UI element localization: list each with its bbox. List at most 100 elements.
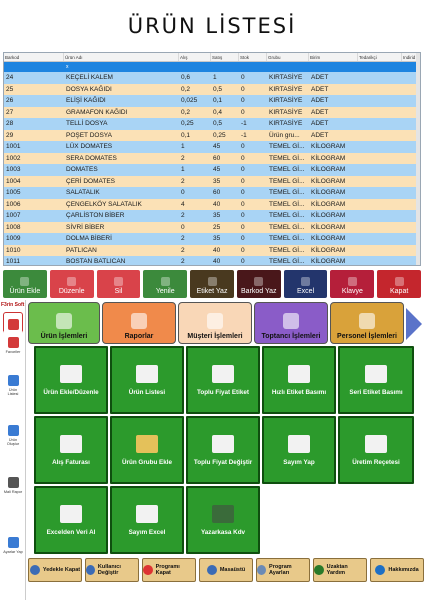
menu-tile[interactable]: Excelden Veri Al — [34, 486, 108, 554]
bottom-button[interactable]: Masaüstü — [199, 558, 253, 582]
bottom-button[interactable]: Kullanıcı Değiştir — [85, 558, 139, 582]
table-row[interactable]: 24KEÇELİ KALEM0,610KIRTASİYEADET1 — [4, 72, 420, 84]
filter-cell[interactable] — [267, 62, 309, 72]
filter-cell[interactable] — [239, 62, 267, 72]
sidebar-item-label: Mali Rapor — [3, 489, 23, 494]
filter-cell[interactable] — [211, 62, 239, 72]
table-cell — [358, 118, 402, 130]
table-row[interactable]: 28TELLİ DOSYA0,250,5-1KIRTASİYEADET1 — [4, 118, 420, 130]
table-cell: 2 — [181, 177, 185, 185]
grid-scrollbar[interactable] — [416, 53, 420, 265]
table-row[interactable]: 1003DOMATES1450TEMEL Gİ...KİLOGRAM1 — [4, 164, 420, 176]
table-row[interactable]: 1011 BOSTAN BATLICAN 2 40 0 TEMEL Gİ... KİLOGR… — [4, 256, 420, 265]
column-header[interactable]: Stok — [239, 53, 267, 61]
action-button[interactable]: Sil — [96, 270, 141, 298]
table-row[interactable]: 1004ÇERİ DOMATES2350TEMEL Gİ...KİLOGRAM1 — [4, 175, 420, 188]
sidebar-item[interactable]: Ayarlar Yap — [3, 530, 23, 560]
table-cell: TEMEL Gİ... — [269, 143, 305, 150]
column-header[interactable]: Grubu — [267, 53, 309, 61]
table-cell: 1001 — [6, 143, 21, 150]
menu-tile[interactable]: Alış Faturası — [34, 416, 108, 484]
table-cell — [358, 176, 402, 188]
bottom-button[interactable]: Uzaktan Yardım — [313, 558, 367, 582]
table-cell: SİVRİ BİBER — [66, 223, 105, 231]
filter-cell[interactable] — [179, 62, 211, 72]
table-cell: KİLOGRAM — [311, 166, 346, 173]
column-header[interactable]: Barkod — [4, 53, 64, 61]
action-button[interactable]: Kapat — [377, 270, 422, 298]
table-cell: 1007 — [6, 212, 21, 219]
table-row[interactable]: 26ELİŞİ KAĞIDI0,0250,10KIRTASİYEADET1 — [4, 95, 420, 107]
category-tab[interactable]: Raporlar — [102, 302, 176, 344]
table-row[interactable]: 1010PATLICAN2400TEMEL Gİ...KİLOGRAM1 — [4, 244, 420, 256]
bottom-button-label: Programı Kapat — [155, 564, 180, 576]
menu-tile[interactable]: Toplu Fiyat Değiştir — [186, 416, 260, 484]
table-cell: KIRTASİYE — [269, 120, 303, 127]
table-cell: 40 — [213, 246, 221, 254]
column-header[interactable]: Birim — [309, 53, 358, 61]
filter-cell[interactable] — [4, 62, 64, 72]
table-cell: ADET — [311, 120, 329, 127]
bottom-button-icon — [375, 565, 386, 575]
sidebar-item[interactable]: Ürün Listesi — [3, 370, 23, 400]
table-row[interactable]: 1002SERA DOMATES2600TEMEL Gİ...KİLOGRAM1 — [4, 152, 420, 164]
sidebar-item[interactable]: Ürün Oluştur — [3, 420, 23, 450]
action-button[interactable]: Etiket Yaz — [190, 270, 234, 298]
menu-tile[interactable]: Seri Etiket Basımı — [338, 346, 414, 414]
table-row[interactable]: 1006 ÇENGELKÖY SALATALIK 4 40 0 TEMEL Gİ... Kİ… — [4, 198, 420, 210]
menu-tile[interactable]: Hızlı Etiket Basımı — [262, 346, 336, 414]
bottom-bar: Yedekle Kapat Kullanıcı Değiştir Programı … — [26, 558, 424, 584]
product-grid[interactable]: Barkod Ürün Adı Alış Satış Stok Grubu Birim Ted… — [3, 52, 421, 266]
action-button[interactable]: Yenile — [143, 270, 188, 298]
table-cell: Ürün gru... — [269, 131, 300, 139]
category-tab[interactable]: Toptancı İşlemleri — [254, 302, 328, 344]
menu-tile[interactable]: Sayım Excel — [110, 486, 184, 554]
menu-tile[interactable]: Ürün Ekle/Düzenle — [34, 346, 108, 414]
table-row[interactable]: 1005SALATALIK0600TEMEL Gİ...KİLOGRAM1 — [4, 187, 420, 199]
column-header[interactable]: Alış — [179, 53, 211, 61]
table-cell: KIRTASİYE — [269, 97, 303, 104]
column-header[interactable]: Tedarikçi — [358, 53, 402, 61]
sidebar-item[interactable]: Mali Rapor — [3, 470, 23, 500]
menu-tile[interactable]: Yazarkasa Kdv — [186, 486, 260, 554]
table-cell: KİLOGRAM — [311, 223, 346, 231]
action-bar: Ürün Ekle Düzenle Sil Yenile Etiket Yaz Barko… — [3, 270, 422, 300]
menu-tile[interactable]: Ürün Grubu Ekle — [110, 416, 184, 484]
column-header[interactable]: Ürün Adı — [64, 53, 179, 61]
bottom-button[interactable]: Program Ayarları — [256, 558, 310, 582]
filter-cell[interactable] — [309, 62, 358, 72]
sidebar-item-icon — [7, 336, 19, 348]
filter-cell[interactable] — [358, 62, 402, 72]
table-cell: DOLMA BİBERİ — [66, 235, 112, 242]
table-cell: 0 — [241, 85, 245, 93]
action-button[interactable]: Barkod Yaz — [236, 270, 281, 298]
column-header[interactable]: Satış — [211, 53, 239, 61]
bottom-button[interactable]: Programı Kapat — [142, 558, 196, 582]
table-row[interactable]: 1009DOLMA BİBERİ2350TEMEL Gİ...KİLOGRAM1 — [4, 233, 420, 245]
filter-cell[interactable]: x — [64, 62, 179, 72]
next-category-arrow-icon[interactable] — [406, 308, 422, 340]
menu-tile[interactable]: Üretim Reçetesi — [338, 416, 414, 484]
table-cell — [358, 84, 402, 96]
menu-tile[interactable]: Ürün Listesi — [110, 346, 184, 414]
table-row[interactable]: 1008SİVRİ BİBER0250TEMEL Gİ...KİLOGRAM1 — [4, 221, 420, 233]
action-button[interactable]: Klavye — [330, 270, 375, 298]
table-row[interactable]: 1007 ÇARLİSTON BİBER 2 35 0 TEMEL Gİ... KİLOGR… — [4, 210, 420, 222]
category-tab[interactable]: Personel İşlemleri — [330, 302, 404, 344]
menu-tile[interactable]: Sayım Yap — [262, 416, 336, 484]
bottom-button[interactable]: Hakkımızda — [370, 558, 424, 582]
category-tab[interactable]: Müşteri İşlemleri — [178, 302, 252, 344]
table-cell — [358, 107, 402, 119]
table-row[interactable]: 29POŞET DOSYA0,10,25-1Ürün gru...ADET1 — [4, 129, 420, 141]
action-button[interactable]: Excel — [283, 270, 328, 298]
category-tab[interactable]: Ürün İşlemleri — [28, 302, 100, 344]
table-row[interactable]: 27GRAMAFON KAĞIDI0,20,40KIRTASİYEADET1 — [4, 106, 420, 119]
grid-filter-row[interactable]: x — [4, 62, 420, 72]
action-button[interactable]: Düzenle — [49, 270, 94, 298]
menu-tile[interactable]: Toplu Fiyat Etiket — [186, 346, 260, 414]
sidebar-item[interactable]: Favoriler — [3, 330, 23, 360]
table-row[interactable]: 25DOSYA KAĞIDI0,20,50KIRTASİYEADET1 — [4, 83, 420, 96]
action-button[interactable]: Ürün Ekle — [3, 270, 47, 298]
bottom-button[interactable]: Yedekle Kapat — [28, 558, 82, 582]
table-row[interactable]: 1001LÜX DOMATES1450TEMEL Gİ...KİLOGRAM1 — [4, 141, 420, 153]
